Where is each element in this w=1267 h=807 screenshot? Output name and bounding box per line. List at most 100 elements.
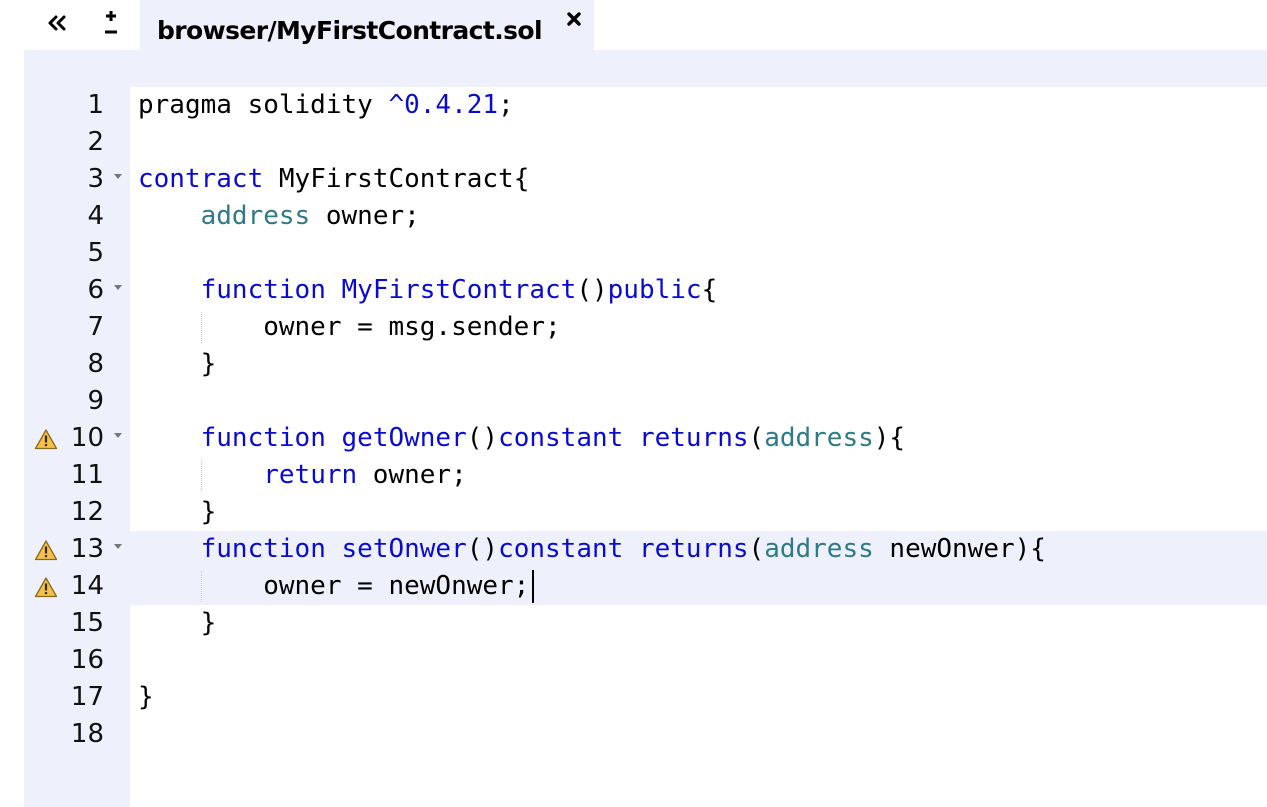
- remix-editor-window: browser/MyFirstContract.sol 1 2 3 4 5 6 7 8 9 10 1…: [0, 0, 1267, 807]
- line-number: 7: [87, 312, 104, 342]
- code-token-keyword: constant: [498, 423, 624, 453]
- gutter-row[interactable]: 13: [24, 531, 130, 568]
- editor-tab-bar: browser/MyFirstContract.sol: [0, 0, 1267, 50]
- gutter-row[interactable]: 9: [24, 383, 130, 420]
- gutter-row[interactable]: 3: [24, 161, 130, 198]
- code-token-plain: ;: [498, 90, 514, 120]
- code-token-keyword: getOwner: [341, 423, 467, 453]
- gutter-row[interactable]: 2: [24, 124, 130, 161]
- code-token-keyword: function: [200, 423, 326, 453]
- code-line-row[interactable]: contract MyFirstContract{: [130, 161, 1267, 198]
- code-content[interactable]: pragma solidity ^0.4.21; contract MyFirst…: [130, 87, 1267, 807]
- code-token-keyword: constant: [498, 534, 624, 564]
- tab-close-button[interactable]: [564, 8, 584, 30]
- code-line-row[interactable]: owner = newOnwer;: [130, 568, 1267, 605]
- line-number: 9: [87, 386, 104, 416]
- line-number-gutter[interactable]: 1 2 3 4 5 6 7 8 9 10 11 12 13 14 15 16 17 18: [24, 87, 130, 807]
- tab-title: browser/MyFirstContract.sol: [157, 16, 543, 45]
- gutter-row[interactable]: 14: [24, 568, 130, 605]
- code-line-text: function setOnwer()constant returns(addr…: [138, 531, 1046, 568]
- gutter-row[interactable]: 1: [24, 87, 130, 124]
- warning-icon[interactable]: [34, 576, 58, 598]
- gutter-row[interactable]: 4: [24, 198, 130, 235]
- gutter-row[interactable]: 11: [24, 457, 130, 494]
- line-number: 3: [87, 164, 104, 194]
- line-number: 15: [70, 608, 104, 638]
- code-token-plain: (): [576, 275, 608, 305]
- code-token-plain: }: [138, 497, 217, 527]
- code-line-row[interactable]: }: [130, 679, 1267, 716]
- warning-icon[interactable]: [34, 539, 58, 561]
- gutter-row[interactable]: 12: [24, 494, 130, 531]
- gutter-row[interactable]: 6: [24, 272, 130, 309]
- gutter-row[interactable]: 8: [24, 346, 130, 383]
- zoom-toggle-button[interactable]: [96, 6, 126, 40]
- code-line-row[interactable]: pragma solidity ^0.4.21;: [130, 87, 1267, 124]
- code-token-keyword: setOnwer: [341, 534, 467, 564]
- gutter-row[interactable]: 5: [24, 235, 130, 272]
- line-number: 11: [70, 460, 104, 490]
- code-token-number: ^0.4.21: [388, 90, 499, 120]
- gutter-row[interactable]: 7: [24, 309, 130, 346]
- code-token-type: address: [200, 201, 311, 231]
- code-line-row[interactable]: [130, 383, 1267, 420]
- code-token-plain: }: [138, 682, 154, 712]
- line-number: 2: [87, 127, 104, 157]
- code-line-row[interactable]: function MyFirstContract()public{: [130, 272, 1267, 309]
- editor-header-strip: [24, 50, 1267, 87]
- code-line-row[interactable]: [130, 642, 1267, 679]
- fold-toggle-icon[interactable]: [114, 174, 122, 179]
- code-line-row[interactable]: }: [130, 494, 1267, 531]
- code-line-text: }: [138, 494, 217, 531]
- code-line-row[interactable]: owner = msg.sender;: [130, 309, 1267, 346]
- gutter-row[interactable]: 10: [24, 420, 130, 457]
- code-line-row[interactable]: [130, 124, 1267, 161]
- code-line-row[interactable]: function setOnwer()constant returns(addr…: [130, 531, 1267, 568]
- gutter-row[interactable]: 18: [24, 716, 130, 753]
- code-token-keyword: function: [200, 275, 326, 305]
- code-token-keyword: public: [607, 275, 702, 305]
- line-number: 12: [70, 497, 104, 527]
- gutter-row[interactable]: 17: [24, 679, 130, 716]
- code-line-row[interactable]: }: [130, 605, 1267, 642]
- code-token-keyword: MyFirstContract: [341, 275, 577, 305]
- code-line-text: address owner;: [138, 198, 420, 235]
- code-token-plain: ){: [873, 423, 906, 453]
- code-token-type: address: [764, 534, 874, 564]
- line-number: 1: [87, 90, 104, 120]
- code-line-row[interactable]: address owner;: [130, 198, 1267, 235]
- code-token-plain: {: [701, 275, 718, 305]
- gutter-row[interactable]: 15: [24, 605, 130, 642]
- code-line-row[interactable]: return owner;: [130, 457, 1267, 494]
- code-token-plain: }: [138, 608, 217, 638]
- warning-icon[interactable]: [34, 428, 58, 450]
- code-line-row[interactable]: function getOwner()constant returns(addr…: [130, 420, 1267, 457]
- code-line-text: return owner;: [138, 457, 467, 494]
- line-number: 8: [87, 349, 104, 379]
- code-line-row[interactable]: [130, 235, 1267, 272]
- fold-toggle-icon[interactable]: [114, 433, 122, 438]
- code-line-row[interactable]: [130, 716, 1267, 753]
- code-line-text: }: [138, 605, 217, 642]
- line-number: 17: [70, 682, 104, 712]
- fold-toggle-icon[interactable]: [114, 544, 122, 549]
- double-chevron-left-icon: [48, 15, 66, 31]
- indent-guide: [200, 460, 202, 491]
- file-tab-myfirstcontract[interactable]: browser/MyFirstContract.sol: [140, 0, 594, 50]
- line-number: 6: [87, 275, 104, 305]
- close-icon: [567, 12, 581, 26]
- collapse-panel-button[interactable]: [40, 6, 74, 40]
- code-line-row[interactable]: }: [130, 346, 1267, 383]
- code-line-text: }: [138, 346, 217, 383]
- fold-toggle-icon[interactable]: [114, 285, 122, 290]
- plus-minus-icon: [105, 11, 117, 34]
- code-token-plain: owner;: [310, 201, 420, 231]
- code-line-text: contract MyFirstContract{: [138, 161, 529, 198]
- code-token-plain: owner = newOnwer;: [138, 571, 530, 601]
- gutter-row[interactable]: 16: [24, 642, 130, 679]
- code-token-plain: (): [466, 534, 499, 564]
- code-token-keyword: return: [263, 460, 358, 490]
